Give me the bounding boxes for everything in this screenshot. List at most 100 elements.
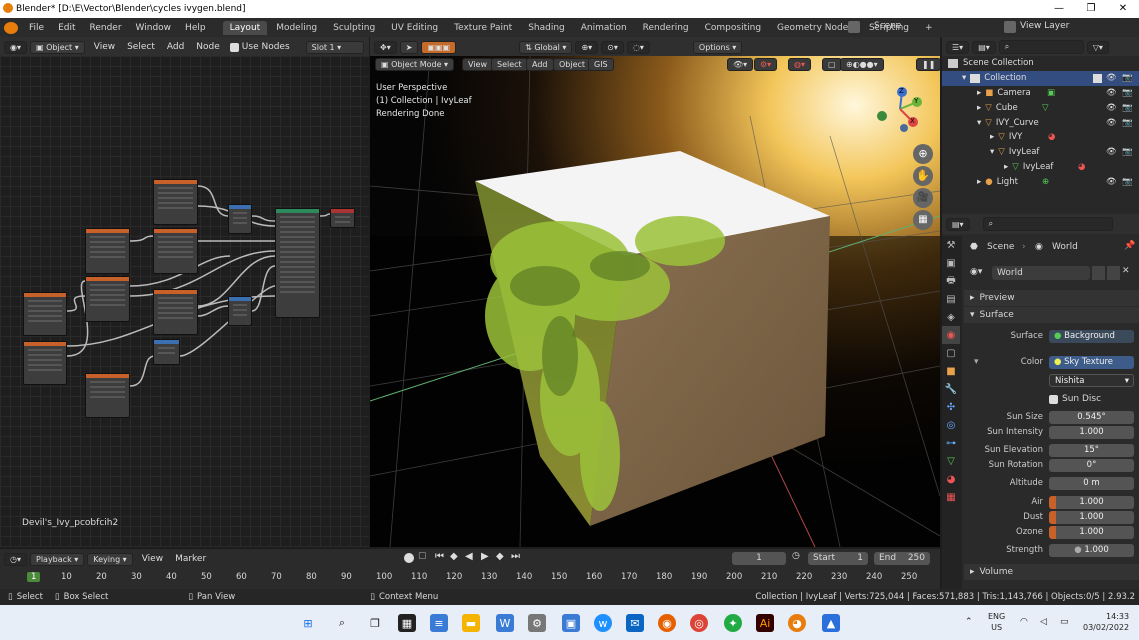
- viewport-menu-select[interactable]: Select: [491, 58, 528, 71]
- camera-render-icon[interactable]: 📷: [1122, 147, 1133, 157]
- task-view-icon[interactable]: ❐: [366, 614, 384, 632]
- widgets-icon[interactable]: ▦: [398, 614, 416, 632]
- firefox-icon[interactable]: ◉: [658, 614, 676, 632]
- checkbox-icon[interactable]: [1093, 73, 1102, 83]
- shader-node[interactable]: [85, 373, 130, 418]
- ozone-slider[interactable]: 1.000: [1049, 525, 1134, 539]
- outliner-row-ivy[interactable]: ▸ ▽ IVY ◕: [942, 130, 1139, 145]
- strength-field[interactable]: ● 1.000: [1049, 543, 1134, 557]
- properties-editor-type-icon[interactable]: ▤▾: [946, 217, 970, 231]
- jump-end-icon[interactable]: ⏭: [511, 551, 520, 562]
- eye-icon[interactable]: 👁: [1106, 177, 1117, 187]
- gizmo-icon[interactable]: ⚙▾: [754, 58, 778, 71]
- viewport-menu-add[interactable]: Add: [526, 58, 554, 71]
- play-icon[interactable]: ▶: [481, 551, 489, 562]
- texture-node[interactable]: [23, 292, 67, 336]
- system-tray-expand-icon[interactable]: ⌃: [965, 617, 973, 627]
- speaker-icon[interactable]: ◁: [1040, 617, 1047, 627]
- physics-tab-icon[interactable]: ◎: [942, 416, 960, 434]
- eye-icon[interactable]: 👁: [1106, 73, 1117, 83]
- search-icon[interactable]: ⌕: [333, 614, 351, 632]
- photos-icon[interactable]: ▲: [822, 614, 840, 632]
- color-texture-field[interactable]: ● Sky Texture: [1049, 355, 1134, 369]
- sun-elevation-field[interactable]: 15°: [1049, 443, 1134, 457]
- surface-panel-header[interactable]: ▾ Surface: [964, 307, 1139, 323]
- outliner-row-scene-collection[interactable]: Scene Collection: [942, 56, 1139, 71]
- word-icon[interactable]: W: [496, 614, 514, 632]
- preview-panel-header[interactable]: ▸ Preview: [964, 290, 1139, 306]
- outliner[interactable]: Scene Collection ▾ Collection 👁 📷 ▸ ■ Cam…: [942, 56, 1139, 214]
- zoom-icon[interactable]: ⊕: [913, 144, 933, 164]
- camera-render-icon[interactable]: 📷: [1122, 177, 1133, 187]
- ortho-grid-icon[interactable]: ▦: [913, 210, 933, 230]
- object-mode-dropdown[interactable]: ▣ Object Mode ▾: [375, 58, 455, 71]
- sun-size-field[interactable]: 0.545°: [1049, 410, 1134, 424]
- blender-taskbar-icon[interactable]: ◕: [788, 614, 806, 632]
- texture-tab-icon[interactable]: ▦: [942, 488, 960, 506]
- transform-orientation-dropdown[interactable]: ⇅ Global ▾: [519, 40, 573, 54]
- tool-tab-icon[interactable]: ⚒: [942, 236, 960, 254]
- mix-node[interactable]: [153, 339, 180, 365]
- play-reverse-icon[interactable]: ◀: [465, 551, 473, 562]
- particles-tab-icon[interactable]: ✣: [942, 398, 960, 416]
- outliner-row-camera[interactable]: ▸ ■ Camera ▣ 👁 📷: [942, 86, 1139, 101]
- menu-edit[interactable]: Edit: [51, 23, 82, 33]
- timeline-menu-marker[interactable]: Marker: [169, 554, 212, 564]
- camera-render-icon[interactable]: 📷: [1122, 88, 1133, 98]
- language-indicator[interactable]: ENG US: [988, 611, 1005, 633]
- tab-compositing[interactable]: Compositing: [698, 21, 768, 35]
- shader-node[interactable]: [153, 228, 198, 274]
- fake-user-icon[interactable]: [1092, 266, 1105, 280]
- render-tab-icon[interactable]: ▣: [942, 254, 960, 272]
- current-frame-field[interactable]: 1: [732, 552, 786, 565]
- select-mode-icon[interactable]: ▣▣▣: [421, 40, 457, 54]
- store-icon[interactable]: ▣: [562, 614, 580, 632]
- sun-disc-checkbox[interactable]: [1049, 394, 1058, 404]
- battery-icon[interactable]: ▭: [1060, 617, 1069, 627]
- frame-ruler[interactable]: 1 10 20 30 40 50 60 70 80 90 100 110 120 130 140 150 160…: [0, 569, 940, 589]
- tab-layout[interactable]: Layout: [222, 20, 268, 35]
- chrome-icon[interactable]: ◎: [690, 614, 708, 632]
- sun-intensity-field[interactable]: 1.000: [1049, 425, 1134, 439]
- camera-render-icon[interactable]: 📷: [1122, 73, 1133, 83]
- eye-icon[interactable]: 👁: [1106, 147, 1117, 157]
- pin-icon[interactable]: 📌: [1124, 241, 1135, 251]
- unlink-icon[interactable]: ✕: [1122, 266, 1130, 276]
- altitude-field[interactable]: 0 m: [1049, 476, 1134, 490]
- scene-tab-icon[interactable]: ◈: [942, 308, 960, 326]
- camera-render-icon[interactable]: 📷: [1122, 118, 1133, 128]
- notepad-icon[interactable]: ≡: [430, 614, 448, 632]
- node-menu-node[interactable]: Node: [190, 42, 226, 52]
- math-node[interactable]: [228, 204, 252, 234]
- stopwatch-icon[interactable]: ◷: [792, 551, 800, 561]
- viewport-editor-type-icon[interactable]: ✥▾: [374, 40, 397, 54]
- outliner-row-ivyleaf[interactable]: ▾ ▽ IvyLeaf 👁 📷: [942, 145, 1139, 160]
- app-w-icon[interactable]: w: [594, 614, 612, 632]
- node-menu-view[interactable]: View: [88, 42, 121, 52]
- principled-bsdf-node[interactable]: [275, 208, 320, 318]
- world-tab-icon[interactable]: ◉: [942, 326, 960, 344]
- properties-search-input[interactable]: ⌕: [982, 217, 1113, 231]
- shader-node[interactable]: [153, 289, 198, 335]
- view-layer-name[interactable]: View Layer: [1020, 21, 1069, 31]
- duplicate-icon[interactable]: [1107, 266, 1120, 280]
- use-nodes-checkbox[interactable]: [229, 42, 239, 52]
- xray-icon[interactable]: ▢: [822, 58, 842, 71]
- timeline[interactable]: ◷▾ Playback ▾ Keying ▾ View Marker ▢ ⏮ ◆…: [0, 549, 940, 589]
- end-frame-field[interactable]: End 250: [874, 552, 930, 565]
- wifi-icon[interactable]: ◠: [1020, 617, 1028, 627]
- material-tab-icon[interactable]: ◕: [942, 470, 960, 488]
- eye-icon[interactable]: 👁: [1106, 118, 1117, 128]
- scene-name[interactable]: Scene: [874, 21, 901, 31]
- node-editor[interactable]: Devil's_Ivy_pcobfcih2: [0, 56, 369, 547]
- proportional-edit-icon[interactable]: ◌▾: [626, 40, 650, 54]
- camera-render-icon[interactable]: 📷: [1122, 103, 1133, 113]
- add-workspace-button[interactable]: +: [918, 21, 940, 35]
- surface-shader-field[interactable]: ● Background: [1049, 329, 1134, 343]
- tab-texture-paint[interactable]: Texture Paint: [447, 21, 519, 35]
- tab-geometry-nodes[interactable]: Geometry Nodes: [770, 21, 860, 35]
- viewport-menu-gis[interactable]: GIS: [588, 58, 614, 71]
- world-name-field[interactable]: World: [992, 266, 1090, 280]
- timeline-editor-type-icon[interactable]: ◷▾: [4, 552, 27, 566]
- minimize-button[interactable]: —: [1043, 0, 1075, 18]
